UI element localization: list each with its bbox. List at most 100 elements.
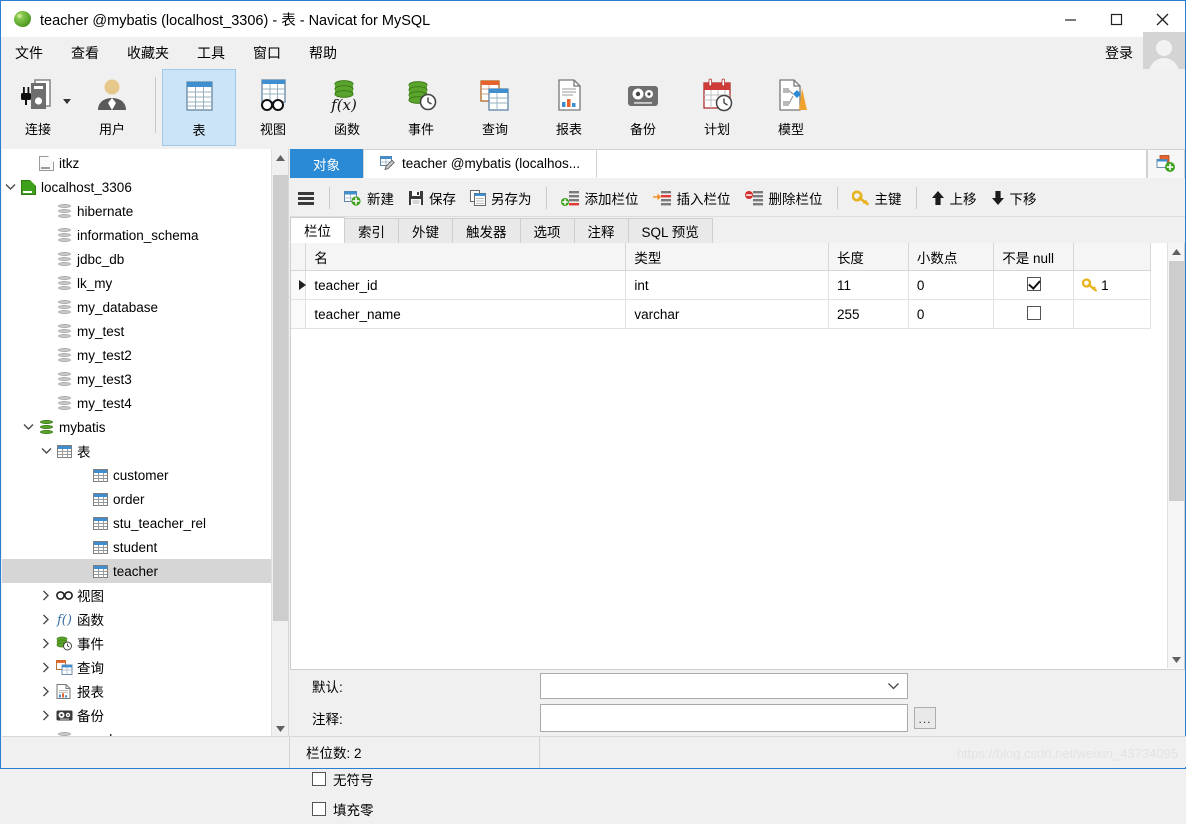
chevron-down-icon[interactable]	[20, 415, 36, 439]
database-tree-sidebar[interactable]: itkzlocalhost_3306hibernateinformation_s…	[2, 149, 289, 737]
delete-field-button[interactable]: 删除栏位	[738, 185, 830, 211]
tree-node-my_test3[interactable]: my_test3	[2, 367, 288, 391]
cell-decimals[interactable]: 0	[908, 300, 993, 329]
zerofill-checkbox[interactable]	[312, 802, 326, 816]
new-button[interactable]: 新建	[337, 185, 401, 211]
subtab-1[interactable]: 索引	[344, 218, 399, 243]
hamburger-menu-icon[interactable]	[290, 185, 322, 211]
table-row[interactable]: teacher_idint110 1	[291, 271, 1151, 300]
column-header-5[interactable]	[1074, 243, 1151, 271]
tree-node-my_database[interactable]: my_database	[2, 295, 288, 319]
chevron-down-icon[interactable]	[2, 175, 18, 199]
add-field-button[interactable]: 添加栏位	[554, 185, 646, 211]
minimize-icon[interactable]	[1047, 1, 1093, 37]
maximize-icon[interactable]	[1093, 1, 1139, 37]
toolbar-function[interactable]: f(x) 函数	[310, 69, 384, 146]
tree-node-information_schema[interactable]: information_schema	[2, 223, 288, 247]
cell-decimals[interactable]: 0	[908, 271, 993, 300]
tree-node-my_test2[interactable]: my_test2	[2, 343, 288, 367]
not-null-checkbox[interactable]	[1027, 306, 1041, 320]
tree-node-itkz[interactable]: itkz	[2, 151, 288, 175]
grid-scroll-thumb[interactable]	[1169, 261, 1184, 501]
sidebar-scroll-thumb[interactable]	[273, 175, 288, 621]
toolbar-backup[interactable]: 备份	[606, 69, 680, 146]
cell-primary-key[interactable]: 1	[1074, 271, 1151, 300]
tree-node-lk_my[interactable]: lk_my	[2, 271, 288, 295]
scroll-up-icon[interactable]	[272, 149, 289, 166]
subtab-0[interactable]: 栏位	[290, 217, 345, 243]
default-combobox[interactable]	[540, 673, 908, 699]
subtab-3[interactable]: 触发器	[452, 218, 521, 243]
column-header-2[interactable]: 长度	[828, 243, 908, 271]
row-selector[interactable]	[291, 300, 306, 329]
cell-type[interactable]: int	[626, 271, 829, 300]
move-up-button[interactable]: 上移	[924, 185, 984, 211]
tree-node-customer[interactable]: customer	[2, 463, 288, 487]
tab-objects[interactable]: 对象	[290, 149, 363, 178]
cell-not-null-checkbox[interactable]	[994, 300, 1074, 329]
menu-item-window[interactable]: 窗口	[239, 39, 295, 67]
insert-field-button[interactable]: 插入栏位	[646, 185, 738, 211]
comment-input[interactable]	[540, 704, 908, 732]
toolbar-table[interactable]: 表	[162, 69, 236, 146]
comment-ellipsis-button[interactable]: ...	[914, 707, 936, 729]
chevron-right-icon[interactable]	[38, 679, 54, 703]
tree-node-localhost_3306[interactable]: localhost_3306	[2, 175, 288, 199]
scroll-down-icon[interactable]	[1168, 651, 1185, 668]
toolbar-view[interactable]: 视图	[236, 69, 310, 146]
chevron-down-icon[interactable]	[38, 439, 54, 463]
zerofill-checkbox-row[interactable]: 填充零	[290, 794, 1185, 824]
toolbar-connection[interactable]: 连接	[1, 69, 75, 146]
cell-not-null-checkbox[interactable]	[994, 271, 1074, 300]
table-row[interactable]: teacher_namevarchar2550	[291, 300, 1151, 329]
toolbar-model[interactable]: 模型	[754, 69, 828, 146]
fields-grid[interactable]: 名类型长度小数点不是 nullteacher_idint1101teacher_…	[290, 243, 1185, 670]
chevron-right-icon[interactable]	[38, 583, 54, 607]
tree-node-teacher[interactable]: teacher	[2, 559, 288, 583]
save-as-button[interactable]: 另存为	[463, 185, 539, 211]
tree-node-[interactable]: 视图	[2, 583, 288, 607]
toolbar-event[interactable]: 事件	[384, 69, 458, 146]
cell-length[interactable]: 11	[828, 271, 908, 300]
tree-node-my_test4[interactable]: my_test4	[2, 391, 288, 415]
cell-type[interactable]: varchar	[626, 300, 829, 329]
move-down-button[interactable]: 下移	[984, 185, 1044, 211]
primary-key-button[interactable]: 主键	[845, 185, 909, 211]
menu-item-file[interactable]: 文件	[1, 39, 57, 67]
tree-node-jdbc_db[interactable]: jdbc_db	[2, 247, 288, 271]
toolbar-report[interactable]: 报表	[532, 69, 606, 146]
tree-node-student[interactable]: student	[2, 535, 288, 559]
grid-scrollbar[interactable]	[1167, 243, 1184, 668]
scroll-down-icon[interactable]	[272, 720, 289, 737]
column-header-4[interactable]: 不是 null	[994, 243, 1074, 271]
subtab-2[interactable]: 外键	[398, 218, 453, 243]
column-header-1[interactable]: 类型	[626, 243, 829, 271]
menu-item-favorites[interactable]: 收藏夹	[113, 39, 183, 67]
subtab-4[interactable]: 选项	[520, 218, 575, 243]
scroll-up-icon[interactable]	[1168, 243, 1185, 260]
chevron-right-icon[interactable]	[38, 703, 54, 727]
menu-item-help[interactable]: 帮助	[295, 39, 351, 67]
toolbar-query[interactable]: 查询	[458, 69, 532, 146]
tree-node-[interactable]: f()函数	[2, 607, 288, 631]
tree-node-stu_teacher_rel[interactable]: stu_teacher_rel	[2, 511, 288, 535]
tree-node-mybatis[interactable]: mybatis	[2, 415, 288, 439]
tree-node-[interactable]: 报表	[2, 679, 288, 703]
user-avatar-icon[interactable]	[1143, 32, 1185, 74]
tree-node-hibernate[interactable]: hibernate	[2, 199, 288, 223]
cell-name[interactable]: teacher_id	[306, 271, 626, 300]
column-header-0[interactable]: 名	[306, 243, 626, 271]
tree-node-[interactable]: 事件	[2, 631, 288, 655]
chevron-right-icon[interactable]	[38, 655, 54, 679]
cell-length[interactable]: 255	[828, 300, 908, 329]
sidebar-scrollbar[interactable]	[271, 149, 288, 737]
cell-primary-key[interactable]	[1074, 300, 1151, 329]
tree-node-[interactable]: 表	[2, 439, 288, 463]
cell-name[interactable]: teacher_name	[306, 300, 626, 329]
tree-node-[interactable]: 查询	[2, 655, 288, 679]
tree-node-order[interactable]: order	[2, 487, 288, 511]
chevron-right-icon[interactable]	[38, 607, 54, 631]
menu-item-tools[interactable]: 工具	[183, 39, 239, 67]
column-header-3[interactable]: 小数点	[908, 243, 993, 271]
toolbar-user[interactable]: 用户	[75, 69, 149, 146]
